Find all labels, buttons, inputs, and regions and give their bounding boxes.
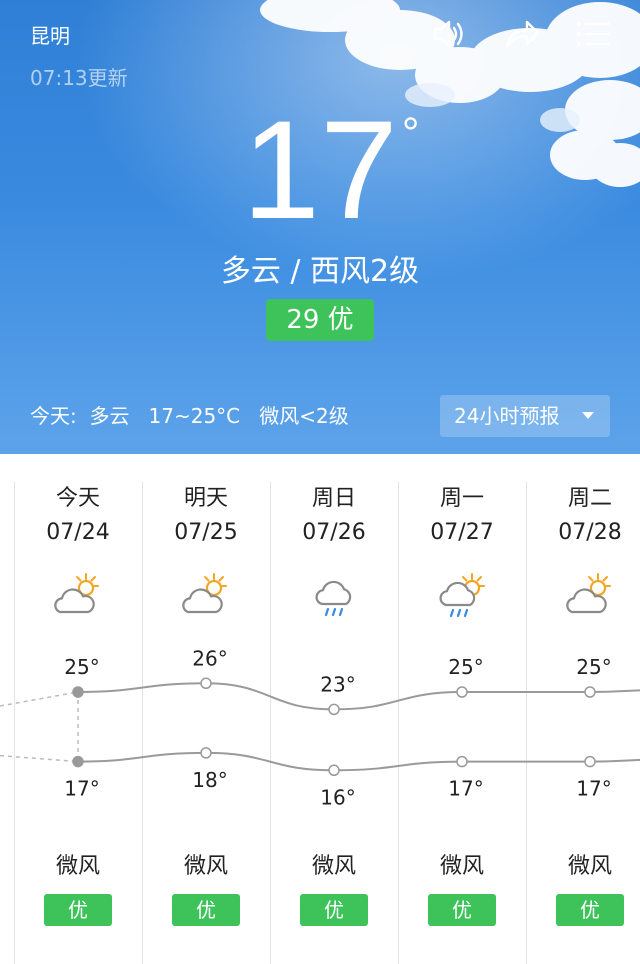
low-trend-lead-in [0,754,79,763]
high-temperature-point [72,686,84,698]
caret-down-icon [582,412,594,419]
high-temperature-label: 26° [192,646,227,670]
high-trend-lead-in [0,691,79,707]
current-temperature: 17 ° [0,100,640,240]
hourly-forecast-label: 24小时预报 [454,404,560,428]
update-time: 07:13更新 [30,66,128,90]
current-weather-panel: 昆明 07:13更新 17 ° 多云 / 西风2级 29 优 今天: 多云 17~… [0,0,640,454]
low-temperature-point [72,755,84,768]
low-temperature-label: 17° [576,777,611,801]
low-temperature-line [77,751,640,772]
share-icon[interactable] [502,14,542,54]
city-name[interactable]: 昆明 [30,20,70,49]
high-temperature-label: 25° [448,655,483,679]
low-temperature-label: 17° [64,777,99,801]
high-temperature-point [584,686,596,698]
low-temperature-point [328,764,340,777]
high-temperature-label: 25° [576,655,611,679]
menu-icon[interactable] [574,14,614,54]
high-temperature-label: 25° [64,655,99,679]
current-condition: 多云 / 西风2级 [220,254,420,289]
daily-forecast: 今天 07/24 微风 优 明天 07/25 微风 优 周日 07/26 微风 … [0,454,640,964]
aqi-badge[interactable]: 29 优 [266,299,374,341]
hourly-forecast-button[interactable]: 24小时预报 [440,395,610,437]
degree-symbol: ° [401,109,420,158]
low-temperature-point [200,747,212,759]
low-temperature-point [456,755,468,768]
high-temperature-line [77,682,640,711]
low-temperature-label: 17° [448,777,483,801]
high-temperature-point [328,703,340,716]
low-temperature-label: 16° [320,785,355,809]
current-temperature-value: 17 [242,91,398,248]
temperature-trend-chart: 25° 17° 26° 18° 23° 16° 25° 17° 25° 17° [0,646,640,809]
today-summary: 今天: 多云 17~25°C 微风<2级 [30,404,349,428]
high-temperature-label: 23° [320,672,355,696]
low-temperature-point [584,755,596,768]
high-temperature-point [200,677,212,690]
high-temperature-point [456,686,468,698]
low-temperature-label: 18° [192,768,227,792]
speaker-icon[interactable] [428,14,468,54]
